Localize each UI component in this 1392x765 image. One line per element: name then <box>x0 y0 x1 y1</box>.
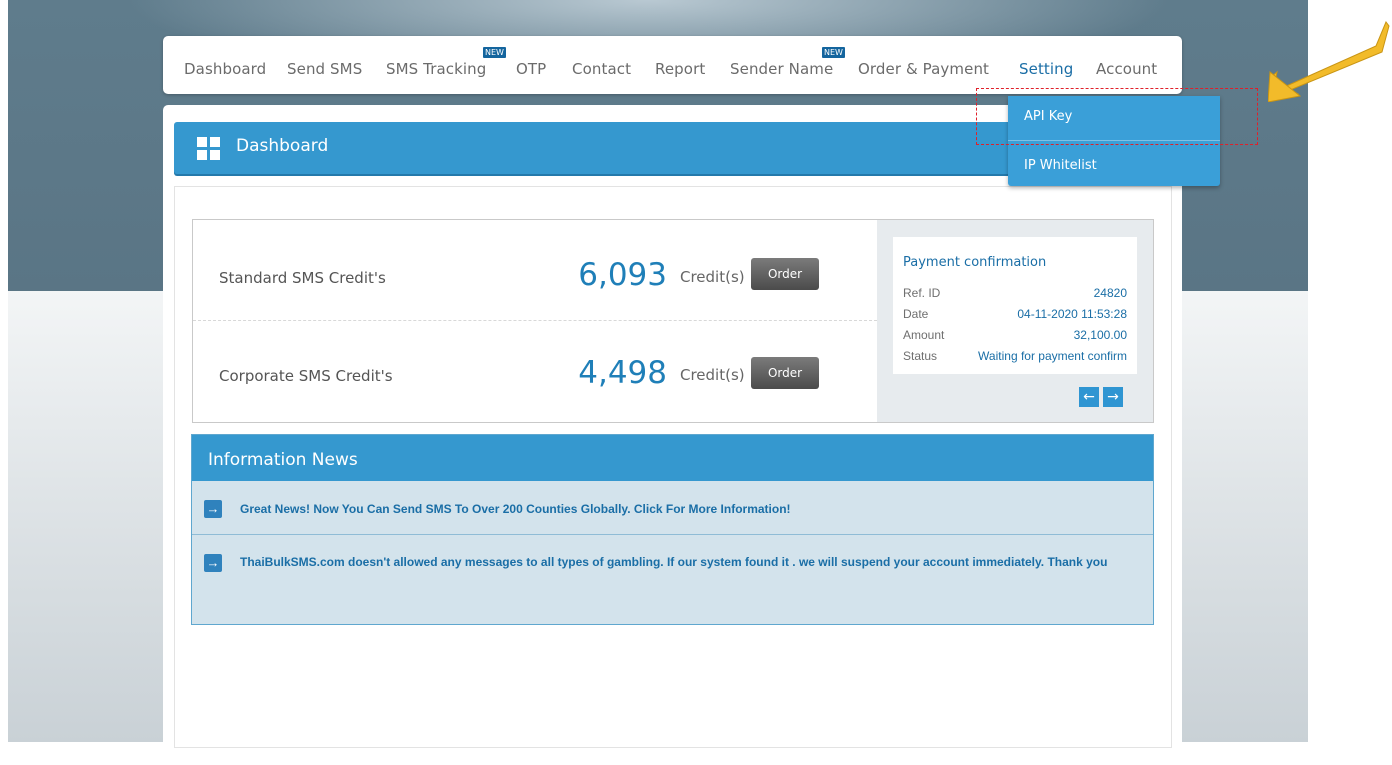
highlight-box <box>976 88 1258 145</box>
nav-report[interactable]: Report <box>655 60 705 78</box>
arrow-right-icon[interactable]: → <box>1103 387 1123 407</box>
news-item[interactable]: → ThaiBulkSMS.com doesn't allowed any me… <box>192 535 1153 623</box>
news-arrow-icon: → <box>204 500 222 518</box>
credit-label: Standard SMS Credit's <box>219 269 386 287</box>
nav-send-sms[interactable]: Send SMS <box>287 60 362 78</box>
payment-key: Ref. ID <box>903 286 941 300</box>
credit-summary: Standard SMS Credit's 6,093 Credit(s) Or… <box>192 219 1154 423</box>
nav-sender-name[interactable]: Sender Name <box>730 60 833 78</box>
news-text[interactable]: Great News! Now You Can Send SMS To Over… <box>240 500 1140 518</box>
nav-account[interactable]: Account <box>1096 60 1157 78</box>
callout-arrow-icon <box>1268 21 1390 102</box>
order-button-standard[interactable]: Order <box>751 258 819 290</box>
credit-row-corporate: Corporate SMS Credit's 4,498 Credit(s) O… <box>193 321 877 421</box>
credit-unit: Credit(s) <box>680 366 745 384</box>
dashboard-grid-icon <box>197 137 221 161</box>
information-news: Information News → Great News! Now You C… <box>191 434 1154 625</box>
payment-key: Status <box>903 349 938 363</box>
page-title: Dashboard <box>236 136 329 156</box>
new-badge-sender-name: NEW <box>822 47 845 58</box>
news-title: Information News <box>208 450 358 470</box>
credit-value: 4,498 <box>578 355 667 391</box>
news-text[interactable]: ThaiBulkSMS.com doesn't allowed any mess… <box>240 553 1140 571</box>
order-button-corporate[interactable]: Order <box>751 357 819 389</box>
payment-key: Date <box>903 307 929 321</box>
arrow-left-icon[interactable]: ← <box>1079 387 1099 407</box>
payment-panel: Payment confirmation Ref. ID 24820 Date … <box>877 220 1153 422</box>
nav-sms-tracking[interactable]: SMS Tracking <box>386 60 486 78</box>
nav-otp[interactable]: OTP <box>516 60 546 78</box>
news-arrow-icon: → <box>204 554 222 572</box>
news-header: Information News <box>192 435 1153 481</box>
payment-key: Amount <box>903 328 945 342</box>
payment-status: Waiting for payment confirm <box>978 349 1127 363</box>
nav-dashboard[interactable]: Dashboard <box>184 60 266 78</box>
top-navbar: Dashboard Send SMS SMS Tracking NEW OTP … <box>163 36 1182 94</box>
payment-value: 04-11-2020 11:53:28 <box>1017 307 1127 321</box>
menu-item-ip-whitelist[interactable]: IP Whitelist <box>1024 158 1097 173</box>
credit-value: 6,093 <box>578 257 667 293</box>
credit-label: Corporate SMS Credit's <box>219 367 393 385</box>
payment-title: Payment confirmation <box>903 255 1047 270</box>
credit-unit: Credit(s) <box>680 268 745 286</box>
nav-contact[interactable]: Contact <box>572 60 631 78</box>
payment-value: 32,100.00 <box>1073 328 1127 342</box>
news-item[interactable]: → Great News! Now You Can Send SMS To Ov… <box>192 482 1153 535</box>
payment-value: 24820 <box>1093 286 1127 300</box>
credit-row-standard: Standard SMS Credit's 6,093 Credit(s) Or… <box>193 220 877 321</box>
nav-order-payment[interactable]: Order & Payment <box>858 60 989 78</box>
payment-confirmation-card: Payment confirmation Ref. ID 24820 Date … <box>893 237 1137 374</box>
nav-setting[interactable]: Setting <box>1019 60 1073 78</box>
new-badge-sms-tracking: NEW <box>483 47 506 58</box>
